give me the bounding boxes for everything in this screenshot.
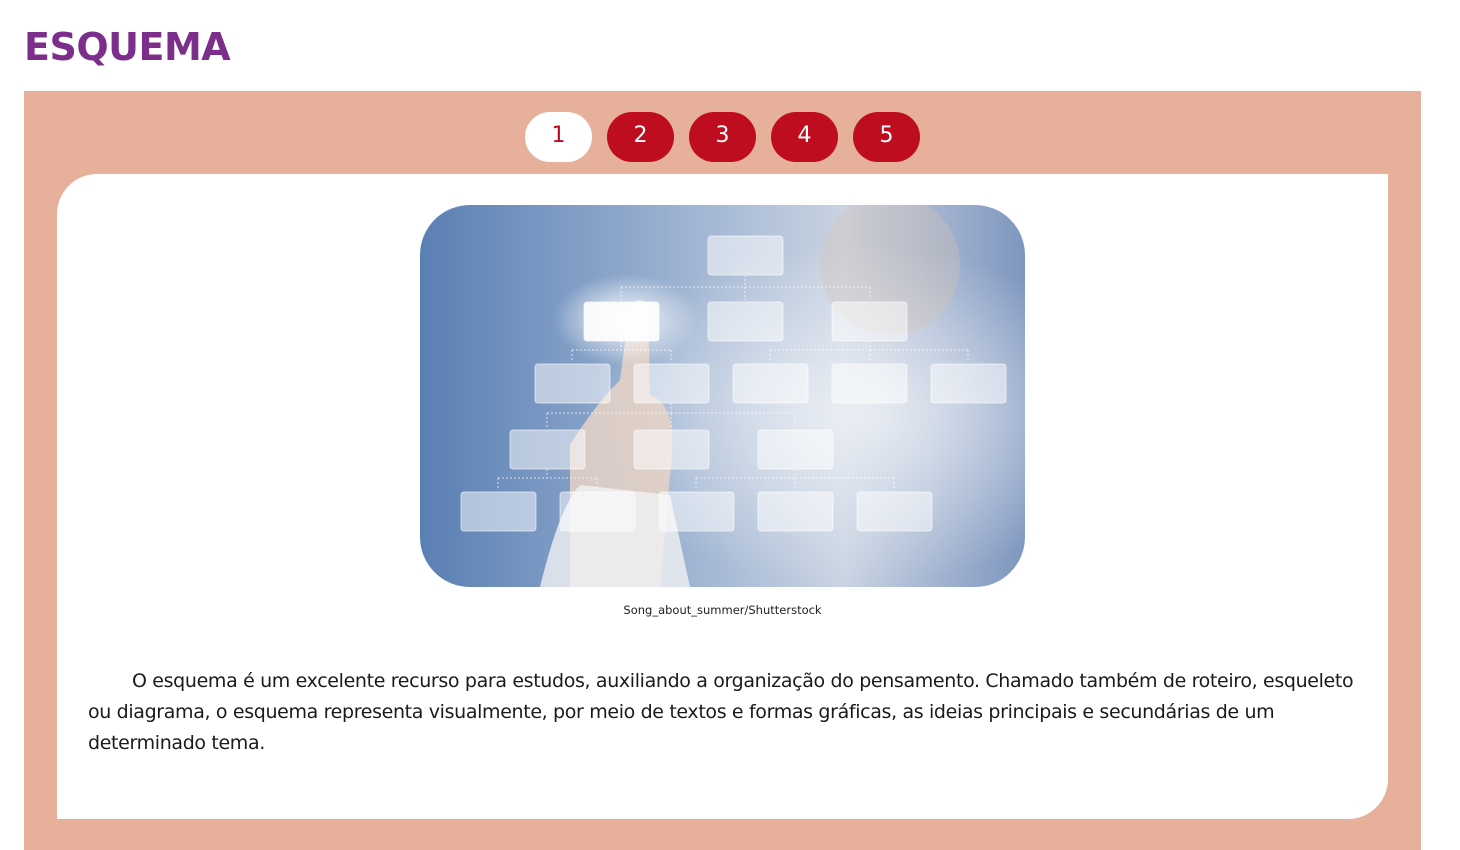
content-card: Song_about_summer/Shutterstock O esquema… <box>57 174 1388 819</box>
body-paragraph: O esquema é um excelente recurso para es… <box>88 670 1354 754</box>
image-credit: Song_about_summer/Shutterstock <box>623 603 822 617</box>
page-title: ESQUEMA <box>24 25 231 69</box>
tab-1[interactable]: 1 <box>525 112 592 162</box>
tab-5[interactable]: 5 <box>853 112 920 162</box>
tab-4[interactable]: 4 <box>771 112 838 162</box>
content-panel: 1 2 3 4 5 Song_about_summer/Shutterstock… <box>24 91 1421 850</box>
tab-3[interactable]: 3 <box>689 112 756 162</box>
pagination-tabs: 1 2 3 4 5 <box>525 112 920 162</box>
org-chart-photo <box>420 205 1025 587</box>
tab-2[interactable]: 2 <box>607 112 674 162</box>
